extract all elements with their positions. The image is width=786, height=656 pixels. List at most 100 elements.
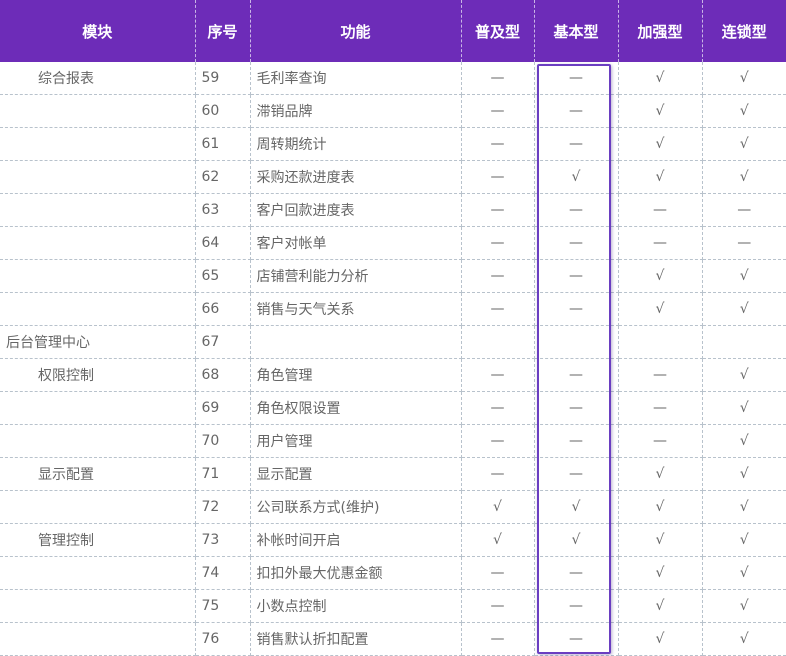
tier-enhanced-check-mark: √ <box>617 259 703 293</box>
table-body: 综合报表 59 毛利率查询 — — √ √ 60 滞销品牌 — — √ √ 61 周转期统计 — — √ √ 62 采购… <box>0 62 786 656</box>
tier-enhanced-dash-mark: — <box>617 358 703 392</box>
feature-cell <box>249 325 462 359</box>
table-row: 综合报表 59 毛利率查询 — — √ √ <box>0 62 786 95</box>
tier-basic-dash-mark: — <box>533 457 619 491</box>
tier-enhanced-check-mark: √ <box>617 62 703 95</box>
tier-popular-dash-mark: — <box>460 160 535 194</box>
table-row: 76 销售默认折扣配置 — — √ √ <box>0 622 786 656</box>
feature-cell: 周转期统计 <box>249 127 462 161</box>
row-number-cell: 62 <box>194 160 251 194</box>
feature-cell: 销售默认折扣配置 <box>249 622 462 656</box>
tier-chain-check-mark: √ <box>701 94 786 128</box>
table-row: 65 店铺营利能力分析 — — √ √ <box>0 259 786 293</box>
row-number-cell: 70 <box>194 424 251 458</box>
tier-chain-check-mark: √ <box>701 127 786 161</box>
table-row: 管理控制 73 补帐时间开启 √ √ √ √ <box>0 523 786 557</box>
feature-cell: 客户回款进度表 <box>249 193 462 227</box>
module-cell <box>0 160 196 194</box>
tier-basic-dash-mark: — <box>533 556 619 590</box>
tier-basic-dash-mark: — <box>533 127 619 161</box>
tier-popular-dash-mark: — <box>460 193 535 227</box>
row-number-cell: 66 <box>194 292 251 326</box>
feature-cell: 毛利率查询 <box>249 62 462 95</box>
tier-basic-dash-mark: — <box>533 424 619 458</box>
tier-enhanced-check-mark: √ <box>617 292 703 326</box>
module-cell <box>0 292 196 326</box>
row-number-cell: 74 <box>194 556 251 590</box>
module-cell <box>0 622 196 656</box>
tier-popular-check-mark: √ <box>460 490 535 524</box>
header-feature: 功能 <box>249 0 462 62</box>
row-number-cell: 75 <box>194 589 251 623</box>
tier-enhanced-dash-mark: — <box>617 226 703 260</box>
tier-chain-empty-mark <box>701 325 786 359</box>
header-row: 模块 序号 功能 普及型 基本型 加强型 连锁型 <box>0 0 786 62</box>
tier-chain-check-mark: √ <box>701 160 786 194</box>
module-cell <box>0 424 196 458</box>
row-number-cell: 69 <box>194 391 251 425</box>
tier-popular-dash-mark: — <box>460 62 535 95</box>
row-number-cell: 71 <box>194 457 251 491</box>
tier-chain-check-mark: √ <box>701 523 786 557</box>
tier-basic-dash-mark: — <box>533 391 619 425</box>
row-number-cell: 60 <box>194 94 251 128</box>
tier-chain-check-mark: √ <box>701 424 786 458</box>
feature-cell: 滞销品牌 <box>249 94 462 128</box>
row-number-cell: 72 <box>194 490 251 524</box>
header-module: 模块 <box>0 0 196 62</box>
module-cell <box>0 556 196 590</box>
tier-popular-dash-mark: — <box>460 127 535 161</box>
row-number-cell: 67 <box>194 325 251 359</box>
tier-chain-check-mark: √ <box>701 589 786 623</box>
tier-chain-check-mark: √ <box>701 490 786 524</box>
tier-enhanced-check-mark: √ <box>617 622 703 656</box>
table-row: 权限控制 68 角色管理 — — — √ <box>0 358 786 392</box>
tier-popular-dash-mark: — <box>460 94 535 128</box>
module-cell <box>0 259 196 293</box>
tier-popular-dash-mark: — <box>460 391 535 425</box>
tier-popular-dash-mark: — <box>460 556 535 590</box>
header-tier-chain: 连锁型 <box>701 0 786 62</box>
row-number-cell: 63 <box>194 193 251 227</box>
tier-basic-check-mark: √ <box>533 490 619 524</box>
tier-enhanced-check-mark: √ <box>617 523 703 557</box>
table-row: 72 公司联系方式(维护) √ √ √ √ <box>0 490 786 524</box>
module-cell: 显示配置 <box>0 457 196 491</box>
header-tier-basic: 基本型 <box>533 0 619 62</box>
feature-cell: 显示配置 <box>249 457 462 491</box>
table-row: 70 用户管理 — — — √ <box>0 424 786 458</box>
table-header: 模块 序号 功能 普及型 基本型 加强型 连锁型 <box>0 0 786 62</box>
header-no: 序号 <box>194 0 251 62</box>
table-row: 74 扣扣外最大优惠金额 — — √ √ <box>0 556 786 590</box>
feature-cell: 客户对帐单 <box>249 226 462 260</box>
row-number-cell: 61 <box>194 127 251 161</box>
row-number-cell: 76 <box>194 622 251 656</box>
row-number-cell: 64 <box>194 226 251 260</box>
tier-popular-dash-mark: — <box>460 457 535 491</box>
tier-popular-dash-mark: — <box>460 622 535 656</box>
tier-chain-check-mark: √ <box>701 622 786 656</box>
module-cell <box>0 391 196 425</box>
table-row: 66 销售与天气关系 — — √ √ <box>0 292 786 326</box>
module-cell: 后台管理中心 <box>0 325 196 359</box>
feature-cell: 扣扣外最大优惠金额 <box>249 556 462 590</box>
tier-popular-dash-mark: — <box>460 358 535 392</box>
tier-chain-check-mark: √ <box>701 391 786 425</box>
table-row: 62 采购还款进度表 — √ √ √ <box>0 160 786 194</box>
tier-basic-dash-mark: — <box>533 259 619 293</box>
feature-cell: 小数点控制 <box>249 589 462 623</box>
tier-popular-dash-mark: — <box>460 259 535 293</box>
tier-basic-check-mark: √ <box>533 160 619 194</box>
tier-popular-dash-mark: — <box>460 292 535 326</box>
tier-basic-check-mark: √ <box>533 523 619 557</box>
tier-enhanced-check-mark: √ <box>617 94 703 128</box>
feature-cell: 销售与天气关系 <box>249 292 462 326</box>
tier-enhanced-check-mark: √ <box>617 589 703 623</box>
feature-cell: 补帐时间开启 <box>249 523 462 557</box>
tier-basic-dash-mark: — <box>533 589 619 623</box>
tier-chain-dash-mark: — <box>701 193 786 227</box>
tier-enhanced-check-mark: √ <box>617 457 703 491</box>
feature-cell: 角色管理 <box>249 358 462 392</box>
row-number-cell: 73 <box>194 523 251 557</box>
tier-chain-dash-mark: — <box>701 226 786 260</box>
